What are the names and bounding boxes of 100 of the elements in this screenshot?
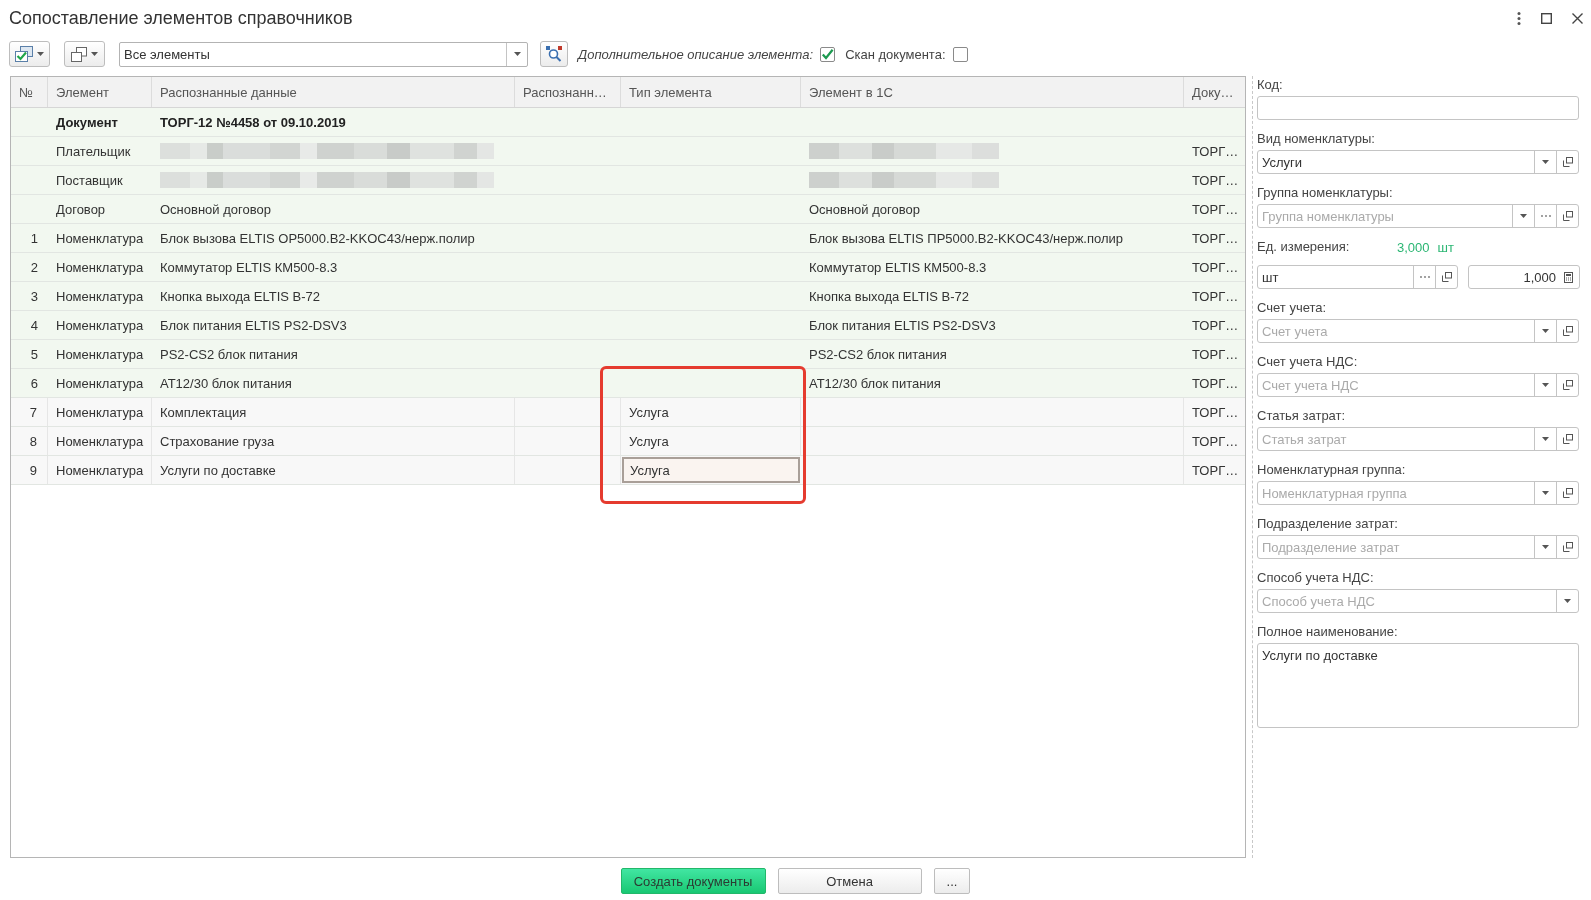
- input-field[interactable]: шт: [1257, 265, 1458, 289]
- total-unit: шт: [1437, 239, 1454, 255]
- table-cell: Номенклатура: [56, 375, 144, 391]
- open-icon: [1562, 542, 1573, 552]
- input-field[interactable]: Услуги: [1257, 150, 1579, 174]
- column-header[interactable]: Элемент: [48, 77, 152, 107]
- table-cell: Документ: [56, 114, 118, 130]
- option-label: Скан документа:: [845, 46, 946, 62]
- calculator-icon: [1564, 271, 1573, 283]
- table-cell: ТОРГ…: [1192, 375, 1239, 391]
- open-icon: [1562, 157, 1573, 167]
- table-cell: Номенклатура: [56, 433, 144, 449]
- field-label: Счет учета:: [1257, 299, 1328, 317]
- search-button[interactable]: [540, 41, 568, 67]
- dialog-button[interactable]: Отмена: [777, 868, 922, 894]
- primary-button[interactable]: Создать документы: [620, 868, 766, 894]
- table-cell: Кнопка выхода ELTIS B-72: [160, 288, 321, 304]
- column-header[interactable]: Доку…: [1184, 77, 1245, 107]
- open-icon: [1562, 211, 1573, 221]
- table-row[interactable]: 3 Номенклатура Кнопка выхода ELTIS B-72 Кнопка выхода ELTIS B-72 ТОРГ…: [11, 282, 1245, 311]
- table-cell: Поставщик: [56, 172, 123, 188]
- table-row[interactable]: 1 Номенклатура Блок вызова ELTIS OP5000.B2-KKOC43/нерж.полир Блок вызова ELTIS ПР5000.B2-KKOC43/нерж.полир ТОРГ…: [11, 224, 1245, 253]
- dialog-button[interactable]: ...: [933, 868, 971, 894]
- table-cell: ТОРГ…: [1192, 433, 1239, 449]
- input-field[interactable]: Счет учета: [1257, 319, 1579, 343]
- field-input[interactable]: шт: [1258, 266, 1413, 288]
- table-cell: АТ12/30 блок питания: [160, 375, 292, 391]
- field-input[interactable]: Способ учета НДС: [1258, 590, 1556, 612]
- table-cell: Комплектация: [160, 404, 247, 420]
- column-header[interactable]: №: [11, 77, 48, 107]
- row-number: 1: [30, 230, 38, 246]
- table-cell: ТОРГ…: [1192, 172, 1239, 188]
- table-row[interactable]: Плательщик ТОРГ…: [11, 137, 1245, 166]
- table-cell: АТ12/30 блок питания: [809, 375, 941, 391]
- table-cell: Номенклатура: [56, 404, 144, 420]
- check-menu-button[interactable]: [9, 41, 50, 67]
- input-field[interactable]: Счет учета НДС: [1257, 373, 1579, 397]
- caret-icon: [1542, 329, 1549, 333]
- table-row[interactable]: 2 Номенклатура Коммутатор ELTIS КМ500-8.3 Коммутатор ELTIS КМ500-8.3 ТОРГ…: [11, 253, 1245, 282]
- text-area[interactable]: Услуги по доставке: [1257, 643, 1579, 728]
- table-row[interactable]: Документ ТОРГ-12 №4458 от 09.10.2019: [11, 108, 1245, 137]
- table-cell: ТОРГ…: [1192, 462, 1239, 478]
- column-header[interactable]: Элемент в 1С: [801, 77, 1184, 107]
- field-input[interactable]: Счет учета НДС: [1258, 374, 1534, 396]
- row-number: 8: [29, 433, 37, 449]
- field-label: Номенклатурная группа:: [1257, 461, 1407, 479]
- table-row[interactable]: 4 Номенклатура Блок питания ELTIS PS2-DSV3 Блок питания ELTIS PS2-DSV3 ТОРГ…: [11, 311, 1245, 340]
- field-input[interactable]: Счет учета: [1258, 320, 1534, 342]
- caret-icon: [1542, 383, 1549, 387]
- column-header[interactable]: Тип элемента: [621, 77, 801, 107]
- table-row[interactable]: 6 Номенклатура АТ12/30 блок питания АТ12/30 блок питания ТОРГ…: [11, 369, 1245, 398]
- table-row[interactable]: 7 Номенклатура Комплектация Услуга ТОРГ…: [11, 398, 1245, 427]
- caret-icon: [1542, 491, 1549, 495]
- field-input[interactable]: Статья затрат: [1258, 428, 1534, 450]
- maximize-icon[interactable]: [1541, 12, 1552, 24]
- table-row[interactable]: Поставщик ТОРГ…: [11, 166, 1245, 195]
- copy-menu-button[interactable]: [64, 41, 105, 67]
- input-field[interactable]: Группа номенклатуры: [1257, 204, 1579, 228]
- table-cell: Номенклатура: [56, 317, 144, 333]
- field-input[interactable]: Номенклатурная группа: [1258, 482, 1534, 504]
- table-cell: ТОРГ…: [1192, 230, 1239, 246]
- field-input[interactable]: Услуги: [1258, 151, 1534, 173]
- field-label: Код:: [1257, 76, 1284, 94]
- table-row[interactable]: 9 Номенклатура Услуги по доставке Услуга ТОРГ…: [11, 456, 1245, 485]
- table-cell: Коммутатор ELTIS КМ500-8.3: [809, 259, 987, 275]
- checkbox[interactable]: [820, 46, 836, 62]
- total-quantity: 3,000: [1397, 239, 1430, 255]
- row-number: 7: [29, 404, 37, 420]
- field-input[interactable]: Группа номенклатуры: [1258, 205, 1512, 227]
- field-input[interactable]: 1,000: [1469, 266, 1558, 288]
- checkbox[interactable]: [952, 46, 968, 62]
- input-field[interactable]: Номенклатурная группа: [1257, 481, 1579, 505]
- table-cell: ТОРГ…: [1192, 201, 1239, 217]
- column-header[interactable]: Распознанные данные: [152, 77, 515, 107]
- number-field[interactable]: 1,000: [1468, 265, 1580, 289]
- table-cell: Кнопка выхода ELTIS B-72: [809, 288, 970, 304]
- input-field[interactable]: Статья затрат: [1257, 427, 1579, 451]
- caret-icon: [1542, 545, 1549, 549]
- open-icon: [1441, 272, 1452, 282]
- table-row[interactable]: 5 Номенклатура PS2-CS2 блок питания PS2-CS2 блок питания ТОРГ…: [11, 340, 1245, 369]
- more-icon[interactable]: [1517, 11, 1521, 25]
- table-cell: ТОРГ…: [1192, 317, 1239, 333]
- table-cell: PS2-CS2 блок питания: [809, 346, 947, 362]
- input-field[interactable]: Способ учета НДС: [1257, 589, 1579, 613]
- row-number: 4: [30, 317, 38, 333]
- open-icon: [1562, 326, 1573, 336]
- close-icon[interactable]: [1572, 12, 1583, 24]
- table-cell: Услуга: [621, 398, 801, 426]
- field-input[interactable]: Подразделение затрат: [1258, 536, 1534, 558]
- table-cell: Основной договор: [809, 201, 920, 217]
- table-row[interactable]: 8 Номенклатура Страхование груза Услуга ТОРГ…: [11, 427, 1245, 456]
- table-cell: ТОРГ…: [1192, 288, 1239, 304]
- open-icon: [1562, 380, 1573, 390]
- table-cell: Коммутатор ELTIS КМ500-8.3: [160, 259, 338, 275]
- table-row[interactable]: Договор Основной договор Основной договор ТОРГ…: [11, 195, 1245, 224]
- field-label: Подразделение затрат:: [1257, 515, 1399, 533]
- caret-icon: [1520, 214, 1527, 218]
- input-field[interactable]: Подразделение затрат: [1257, 535, 1579, 559]
- table-cell: Номенклатура: [56, 259, 144, 275]
- column-header[interactable]: Распознанн…: [515, 77, 621, 107]
